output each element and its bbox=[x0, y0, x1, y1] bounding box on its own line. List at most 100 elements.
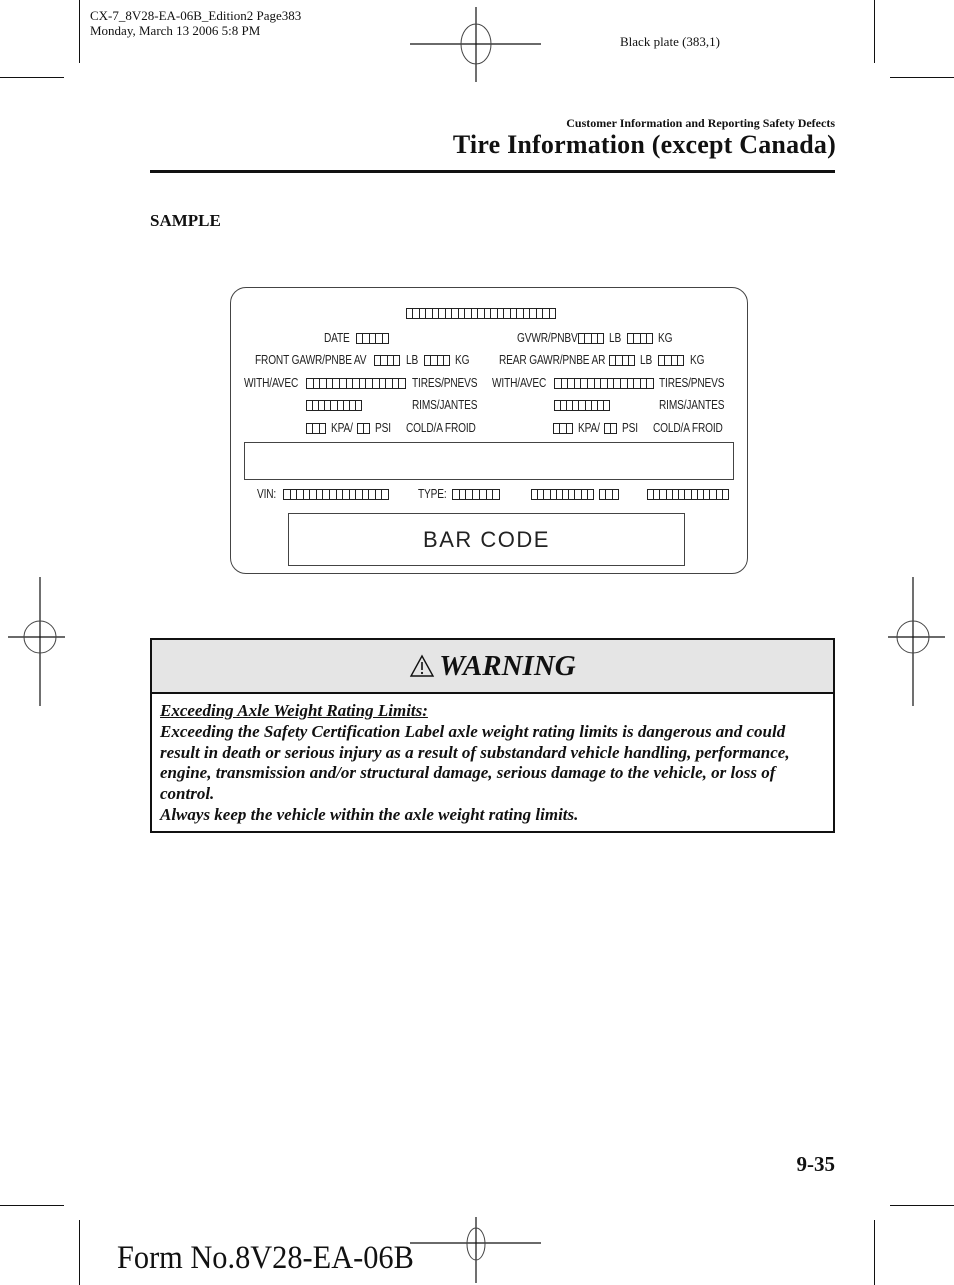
crop-mark bbox=[79, 0, 80, 63]
char-box bbox=[568, 379, 575, 388]
print-date-line: Monday, March 13 2006 5:8 PM bbox=[90, 23, 261, 38]
code-boxes bbox=[531, 489, 594, 500]
code-suffix-boxes bbox=[599, 489, 619, 500]
char-box bbox=[647, 334, 652, 343]
date-boxes bbox=[356, 333, 389, 344]
registration-mark-top bbox=[410, 7, 541, 82]
char-box bbox=[621, 379, 628, 388]
registration-mark-left bbox=[8, 577, 65, 706]
front-lb-unit: LB bbox=[406, 352, 419, 367]
char-box bbox=[373, 379, 380, 388]
rear-tire-boxes bbox=[554, 378, 654, 389]
char-box bbox=[473, 490, 480, 499]
char-box bbox=[562, 379, 569, 388]
char-box bbox=[575, 379, 582, 388]
char-box bbox=[628, 379, 635, 388]
warning-body: Exceeding Axle Weight Rating Limits: Exc… bbox=[152, 694, 833, 826]
char-box bbox=[320, 424, 325, 433]
char-box bbox=[611, 424, 616, 433]
char-box bbox=[380, 379, 387, 388]
warning-heading: Exceeding Axle Weight Rating Limits: bbox=[160, 701, 428, 720]
char-box bbox=[307, 379, 314, 388]
page-title: Tire Information (except Canada) bbox=[452, 130, 836, 159]
char-box bbox=[347, 379, 354, 388]
gvwr-label: GVWR/PNBV bbox=[517, 330, 578, 345]
page-number: 9-35 bbox=[796, 1152, 836, 1176]
bar-code-area: BAR CODE bbox=[288, 513, 685, 566]
char-box bbox=[581, 379, 588, 388]
char-box bbox=[604, 401, 609, 410]
char-box bbox=[386, 379, 393, 388]
char-box bbox=[601, 379, 608, 388]
rear-kg-unit: KG bbox=[690, 352, 705, 367]
char-box bbox=[382, 490, 388, 499]
registration-mark-right bbox=[888, 577, 945, 706]
rear-tires-label: TIRES/PNEVS bbox=[659, 375, 725, 390]
gvwr-lb-boxes bbox=[578, 333, 604, 344]
front-kpa-boxes bbox=[306, 423, 326, 434]
char-box bbox=[493, 490, 499, 499]
char-box bbox=[393, 379, 400, 388]
char-box bbox=[353, 379, 360, 388]
form-number: Form No.8V28-EA-06B bbox=[117, 1240, 414, 1276]
char-box bbox=[608, 379, 615, 388]
gvwr-lb-unit: LB bbox=[609, 330, 622, 345]
front-kg-unit: KG bbox=[455, 352, 470, 367]
tire-info-label: DATE GVWR/PNBV LB KG FRONT GAWR/PNBE AV … bbox=[230, 287, 748, 574]
char-box bbox=[641, 379, 648, 388]
char-box bbox=[453, 490, 460, 499]
char-box bbox=[487, 490, 494, 499]
char-box bbox=[598, 334, 603, 343]
char-box bbox=[480, 490, 487, 499]
print-file-info: CX-7_8V28-EA-06B_Edition2 Page383 Monday… bbox=[90, 8, 301, 38]
crop-mark bbox=[890, 1205, 954, 1206]
char-box bbox=[356, 401, 361, 410]
rear-lb-boxes bbox=[609, 355, 635, 366]
warning-triangle-icon bbox=[410, 654, 435, 677]
char-box bbox=[550, 309, 555, 318]
warning-box: WARNING Exceeding Axle Weight Rating Lim… bbox=[150, 638, 835, 833]
front-rim-boxes bbox=[306, 400, 362, 411]
rear-psi-unit: PSI bbox=[622, 420, 638, 435]
char-box bbox=[383, 334, 388, 343]
rear-kpa-unit: KPA/ bbox=[578, 420, 600, 435]
warning-advice: Always keep the vehicle within the axle … bbox=[160, 804, 579, 824]
char-box bbox=[613, 490, 618, 499]
title-rule bbox=[150, 170, 835, 173]
gvwr-kg-boxes bbox=[627, 333, 653, 344]
section-subtitle: Customer Information and Reporting Safet… bbox=[566, 116, 835, 130]
char-box bbox=[444, 356, 449, 365]
sample-heading: SAMPLE bbox=[150, 211, 221, 230]
char-box bbox=[723, 490, 728, 499]
front-kpa-unit: KPA/ bbox=[331, 420, 353, 435]
rear-psi-boxes bbox=[604, 423, 617, 434]
rear-rims-label: RIMS/JANTES bbox=[659, 397, 725, 412]
plate-info: Black plate (383,1) bbox=[620, 34, 720, 49]
type-label: TYPE: bbox=[418, 486, 447, 501]
char-box bbox=[360, 379, 367, 388]
char-box bbox=[340, 379, 347, 388]
char-box bbox=[629, 356, 634, 365]
field-boxes bbox=[406, 308, 556, 319]
front-psi-boxes bbox=[357, 423, 370, 434]
crop-mark bbox=[0, 77, 64, 78]
char-box bbox=[634, 379, 641, 388]
char-box bbox=[333, 379, 340, 388]
warning-text: Exceeding the Safety Certification Label… bbox=[160, 721, 790, 804]
warning-header: WARNING bbox=[152, 640, 833, 694]
char-box bbox=[466, 490, 474, 499]
date-label: DATE bbox=[324, 330, 350, 345]
vin-label: VIN: bbox=[257, 486, 277, 501]
front-rims-label: RIMS/JANTES bbox=[412, 397, 478, 412]
serial-boxes bbox=[647, 489, 729, 500]
crop-mark bbox=[79, 1220, 80, 1285]
rear-cold-label: COLD/A FROID bbox=[653, 420, 723, 435]
char-box bbox=[314, 379, 321, 388]
char-box bbox=[555, 379, 562, 388]
warning-title: WARNING bbox=[439, 649, 576, 682]
front-gawr-label: FRONT GAWR/PNBE AV bbox=[255, 352, 367, 367]
vin-boxes bbox=[283, 489, 389, 500]
crop-mark bbox=[874, 1220, 875, 1285]
front-with-label: WITH/AVEC bbox=[244, 375, 299, 390]
front-lb-boxes bbox=[374, 355, 400, 366]
